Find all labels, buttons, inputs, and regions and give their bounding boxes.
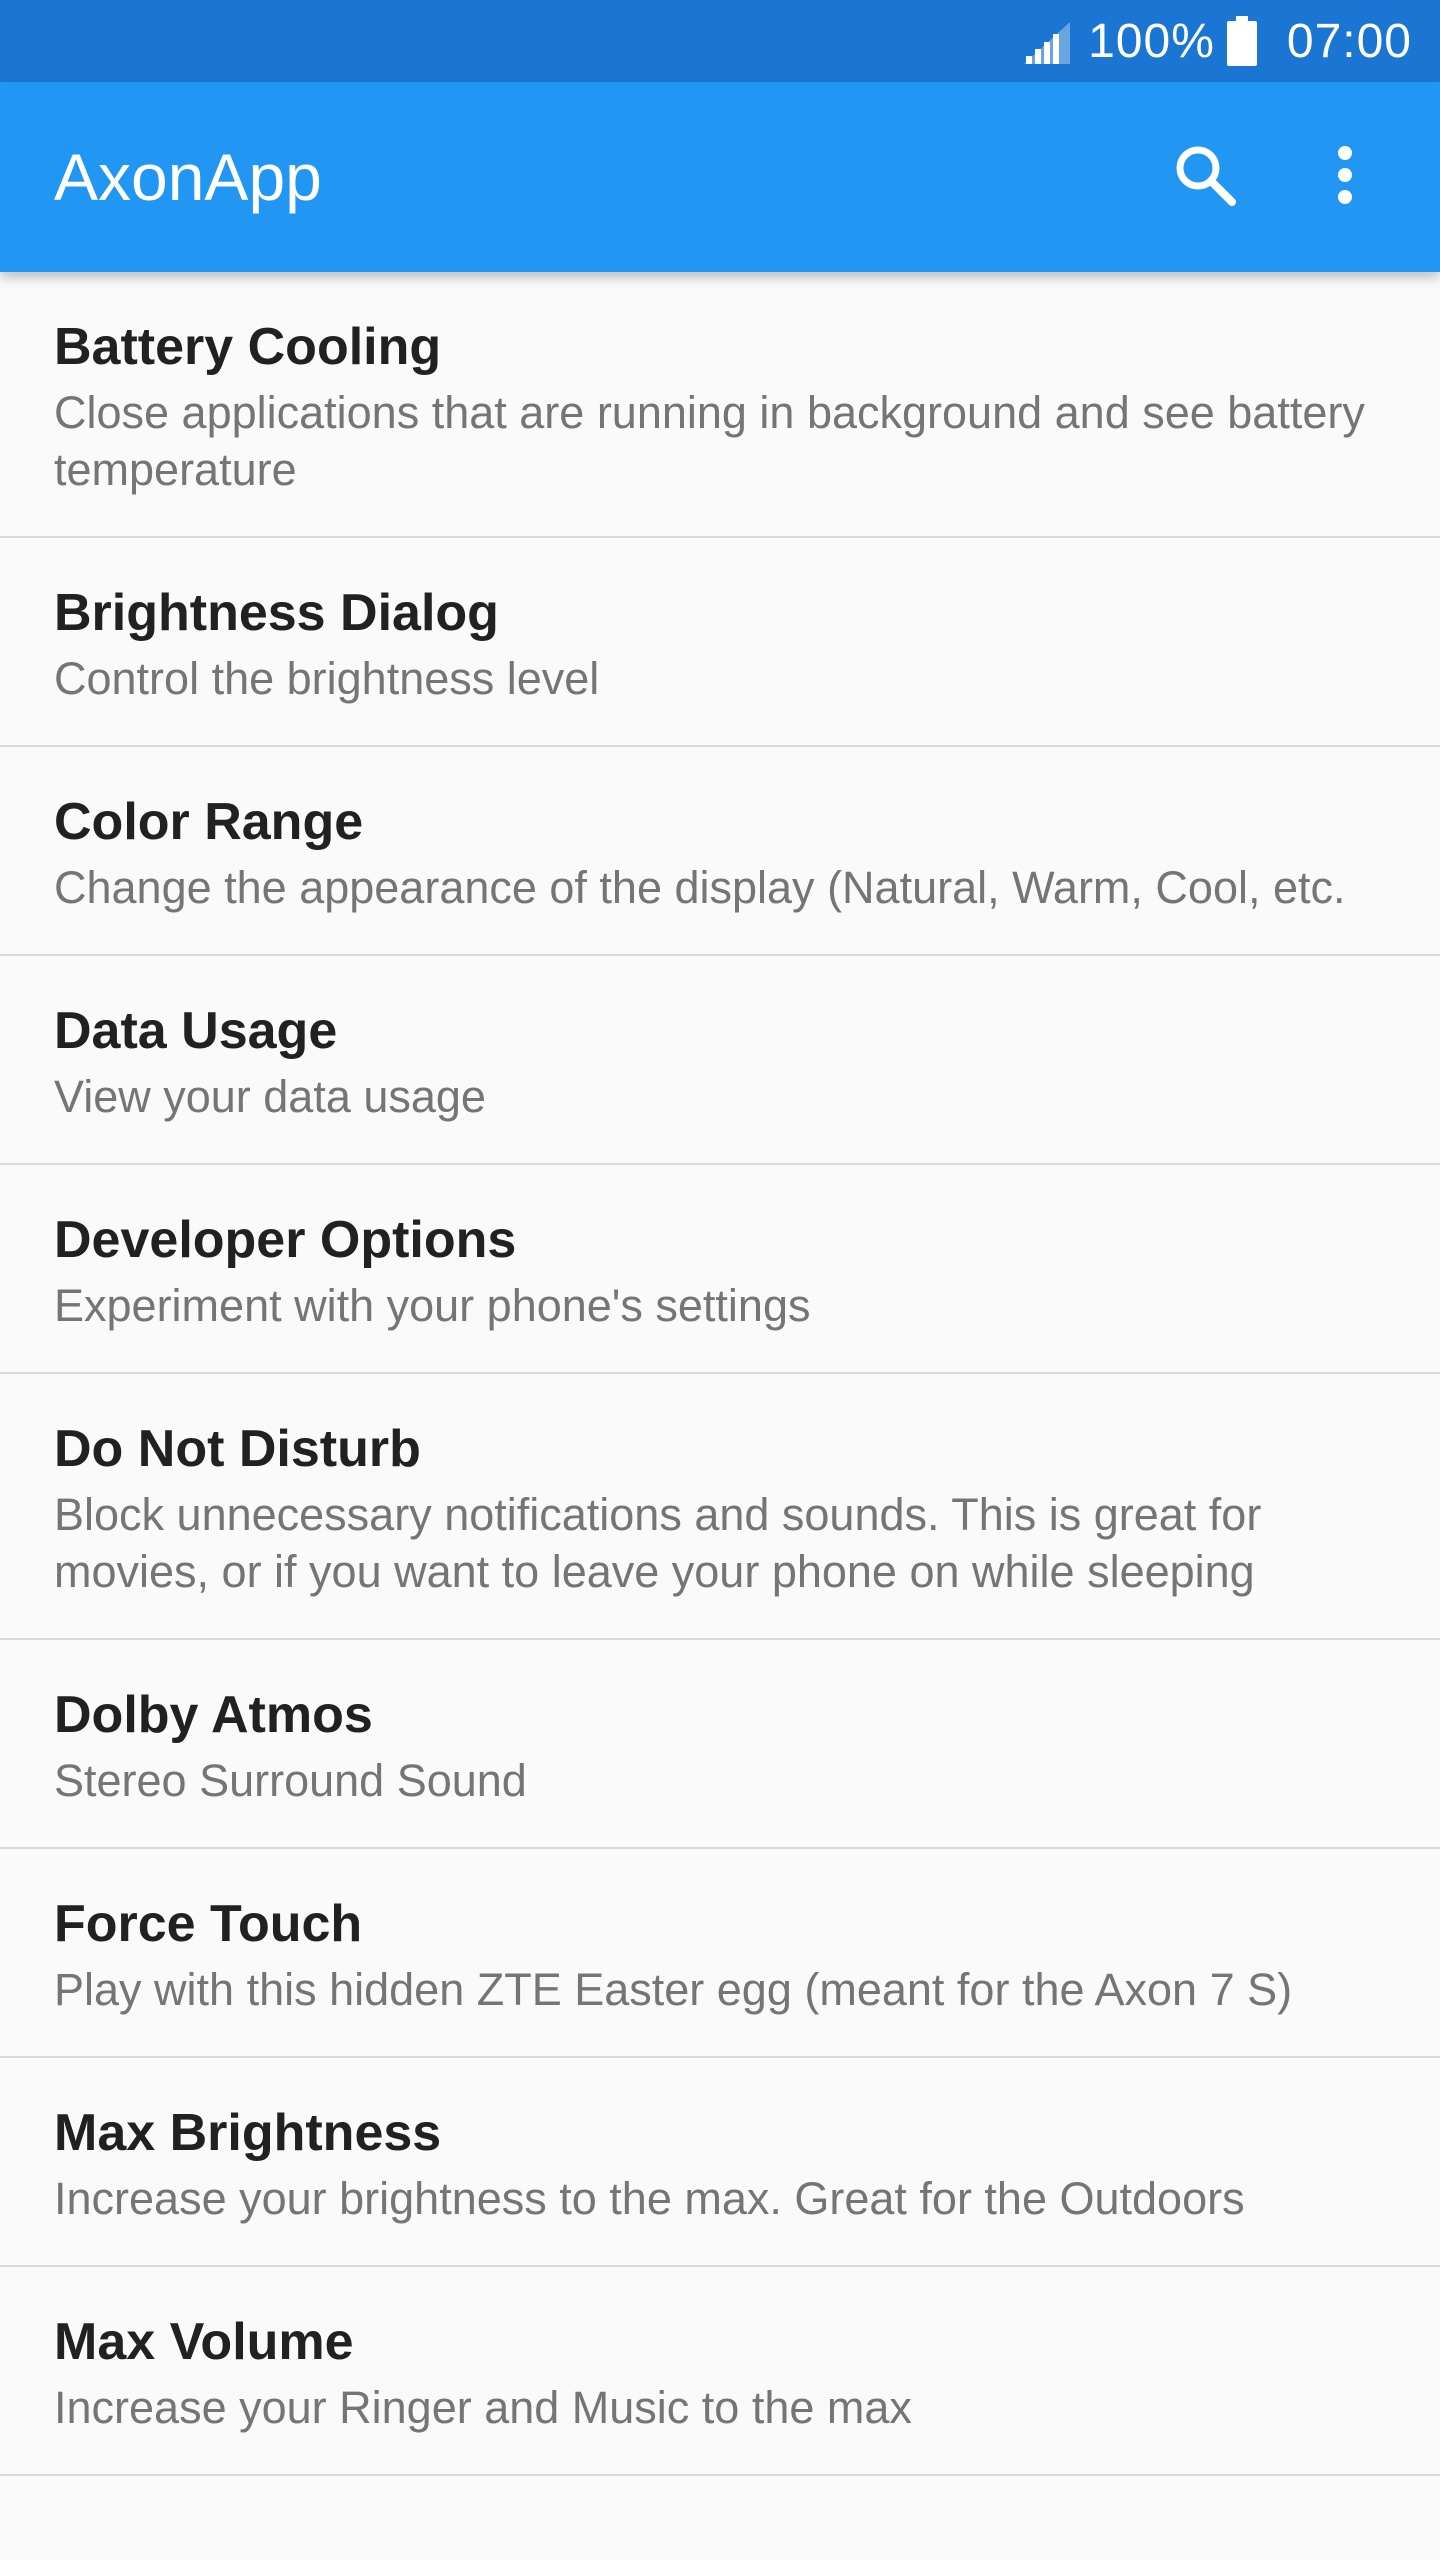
list-item-data-usage[interactable]: Data Usage View your data usage <box>0 956 1440 1165</box>
item-summary: Increase your brightness to the max. Gre… <box>54 2173 1245 2224</box>
signal-icon <box>1024 18 1071 64</box>
list-item-color-range[interactable]: Color Range Change the appearance of the… <box>0 747 1440 956</box>
item-summary: Close applications that are running in b… <box>54 387 1365 495</box>
item-summary: View your data usage <box>54 1071 486 1122</box>
item-summary: Block unnecessary notifications and soun… <box>54 1489 1262 1597</box>
item-title: Force Touch <box>54 1895 363 1953</box>
app-bar: AxonApp <box>0 82 1440 272</box>
settings-list: Battery Cooling Close applications that … <box>0 272 1440 2476</box>
item-title: Max Volume <box>54 2313 354 2371</box>
list-item-dolby-atmos[interactable]: Dolby Atmos Stereo Surround Sound <box>0 1640 1440 1849</box>
item-title: Developer Options <box>54 1211 517 1269</box>
item-summary: Change the appearance of the display (Na… <box>54 862 1346 913</box>
item-summary: Experiment with your phone's settings <box>54 1280 811 1331</box>
item-title: Do Not Disturb <box>54 1420 421 1478</box>
item-summary: Control the brightness level <box>54 653 600 704</box>
search-icon <box>1174 144 1236 211</box>
list-item-battery-cooling[interactable]: Battery Cooling Close applications that … <box>0 272 1440 538</box>
app-title: AxonApp <box>54 140 322 214</box>
item-summary: Increase your Ringer and Music to the ma… <box>54 2382 912 2433</box>
clock: 07:00 <box>1286 14 1412 68</box>
item-title: Dolby Atmos <box>54 1686 373 1744</box>
battery-icon <box>1226 16 1257 66</box>
overflow-menu-button[interactable] <box>1290 122 1400 232</box>
search-button[interactable] <box>1150 122 1260 232</box>
list-item-developer-options[interactable]: Developer Options Experiment with your p… <box>0 1165 1440 1374</box>
list-item-brightness-dialog[interactable]: Brightness Dialog Control the brightness… <box>0 538 1440 747</box>
item-title: Color Range <box>54 793 364 851</box>
item-title: Max Brightness <box>54 2104 442 2162</box>
list-item-max-volume[interactable]: Max Volume Increase your Ringer and Musi… <box>0 2267 1440 2476</box>
list-item-do-not-disturb[interactable]: Do Not Disturb Block unnecessary notific… <box>0 1374 1440 1640</box>
battery-percent: 100% <box>1088 14 1215 68</box>
screen: 100% 07:00 AxonApp Battery Cooling Close… <box>0 0 1440 2560</box>
item-summary: Stereo Surround Sound <box>54 1755 527 1806</box>
status-bar: 100% 07:00 <box>0 0 1440 82</box>
item-title: Brightness Dialog <box>54 584 499 642</box>
list-item-max-brightness[interactable]: Max Brightness Increase your brightness … <box>0 2058 1440 2267</box>
item-title: Battery Cooling <box>54 318 442 376</box>
list-item-force-touch[interactable]: Force Touch Play with this hidden ZTE Ea… <box>0 1849 1440 2058</box>
item-title: Data Usage <box>54 1002 338 1060</box>
more-vert-icon <box>1335 145 1355 210</box>
item-summary: Play with this hidden ZTE Easter egg (me… <box>54 1964 1293 2015</box>
